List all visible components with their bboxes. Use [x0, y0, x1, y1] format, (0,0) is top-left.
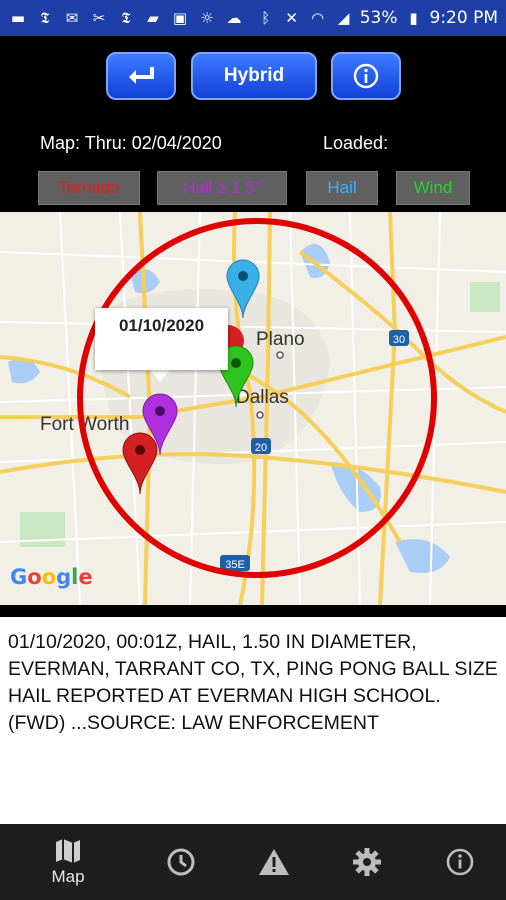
callout-date: 01/10/2020 — [118, 316, 205, 335]
image-icon: ▣ — [172, 9, 188, 27]
top-toolbar: Hybrid — [0, 50, 506, 106]
bluetooth-icon: ᛒ — [261, 9, 271, 27]
nav-history[interactable] — [141, 824, 221, 900]
system-icons: ᛒ ✕ ◠ ◢ 53% ▮ 9:20 PM — [256, 8, 506, 28]
map-thru-date: Map: Thru: 02/04/2020 — [40, 133, 222, 153]
filter-wind-button[interactable]: Wind — [396, 171, 470, 205]
filter-tornado-button[interactable]: Tornado — [38, 171, 140, 205]
map-canvas: 30 20 35E Plano Dallas Fort Worth — [0, 212, 506, 605]
signal-icon: ◢ — [337, 9, 350, 27]
nav-alerts[interactable] — [234, 824, 314, 900]
route-20-label: 20 — [255, 442, 267, 454]
filter-tornado-label: Tornado — [58, 178, 120, 197]
lake-south — [395, 539, 450, 573]
notification-icons: ▬ 𝕿 ✉ ✂ 𝕿 ▰ ▣ ☼ ☁ — [0, 9, 244, 27]
mail-icon: ✉ — [65, 9, 79, 27]
battery-percent: 53% — [359, 8, 398, 28]
nav-settings[interactable] — [327, 824, 407, 900]
battery-icon: ▮ — [409, 9, 418, 27]
clock-time: 9:20 PM — [429, 8, 499, 28]
nyt-icon: 𝕿 — [40, 9, 50, 27]
info-button[interactable] — [331, 52, 401, 100]
loaded-label: Loaded: — [323, 133, 389, 153]
message-icon: ▰ — [147, 9, 159, 27]
info-icon — [353, 63, 379, 89]
wifi-icon: ◠ — [311, 9, 325, 27]
tornado-marker-south[interactable] — [122, 432, 158, 495]
clock-icon — [167, 848, 195, 876]
nav-info[interactable] — [420, 824, 500, 900]
city-label-plano: Plano — [256, 329, 305, 350]
google-logo: Google — [10, 565, 93, 589]
info-icon — [446, 848, 474, 876]
park-area — [470, 282, 500, 312]
chat-icon: ▬ — [10, 9, 26, 27]
filter-hail-large-label: Hail ≥ 1.5" — [183, 178, 261, 197]
map-view[interactable]: 30 20 35E Plano Dallas Fort Worth 01/10/… — [0, 212, 506, 605]
warning-icon — [259, 849, 289, 875]
city-label-dallas: Dallas — [236, 387, 289, 408]
back-button[interactable] — [106, 52, 176, 100]
dallas-dot — [256, 411, 264, 419]
filter-hail-button[interactable]: Hail — [306, 171, 378, 205]
status-bar: ▬ 𝕿 ✉ ✂ 𝕿 ▰ ▣ ☼ ☁ ᛒ ✕ ◠ ◢ 53% ▮ 9:20 PM — [0, 0, 506, 36]
filter-bar: Tornado Hail ≥ 1.5" Hail Wind — [0, 171, 506, 207]
map-icon — [56, 839, 80, 863]
nav-map[interactable]: Map — [28, 824, 108, 900]
plano-dot — [276, 351, 284, 359]
nav-map-label: Map — [51, 867, 85, 886]
filter-wind-label: Wind — [413, 178, 453, 197]
route-35e-label: 35E — [225, 559, 245, 571]
nyt-icon: ✂ — [92, 9, 106, 27]
report-detail-panel: 01/10/2020, 00:01Z, HAIL, 1.50 IN DIAMET… — [0, 617, 506, 824]
filter-hail-large-button[interactable]: Hail ≥ 1.5" — [157, 171, 287, 205]
return-arrow-icon — [129, 67, 154, 84]
mute-icon: ✕ — [285, 9, 298, 27]
nyt-icon: 𝕿 — [121, 9, 131, 27]
bottom-nav: Map — [0, 824, 506, 900]
cloud-icon: ☁ — [226, 9, 242, 27]
route-30-label: 30 — [393, 334, 405, 346]
report-text: 01/10/2020, 00:01Z, HAIL, 1.50 IN DIAMET… — [8, 631, 498, 734]
weather-icon: ☼ — [200, 9, 214, 27]
filter-hail-label: Hail — [327, 178, 357, 197]
marker-callout[interactable]: 01/10/2020 — [95, 308, 228, 370]
hybrid-button[interactable]: Hybrid — [191, 52, 317, 100]
hybrid-button-label: Hybrid — [223, 65, 285, 86]
gear-icon — [353, 848, 381, 876]
